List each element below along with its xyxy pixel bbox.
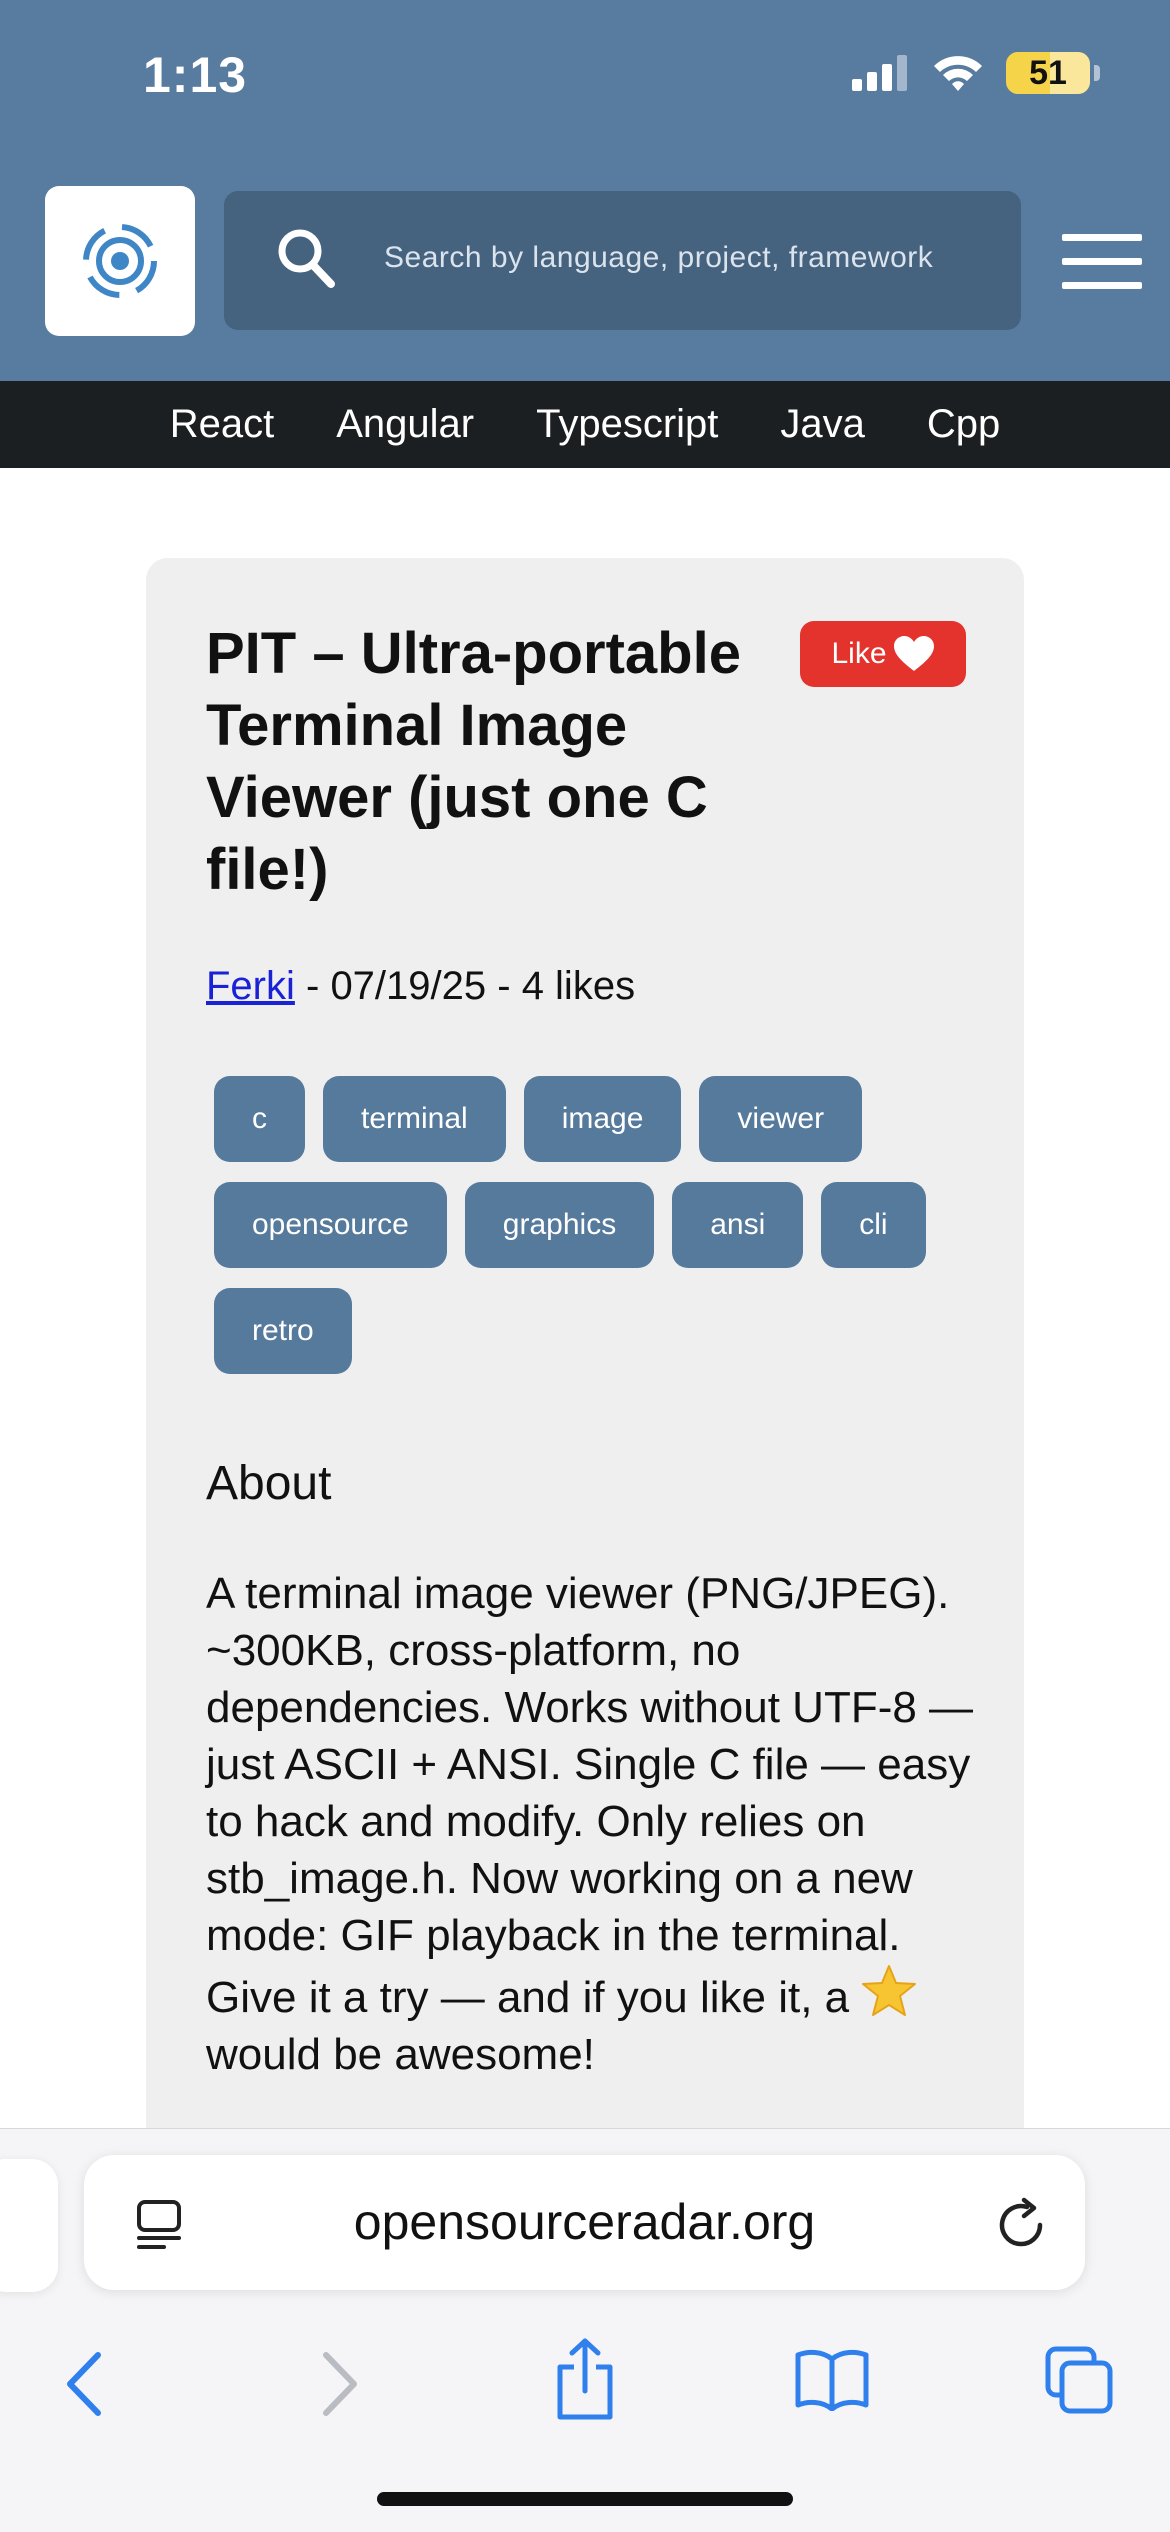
nav-link-java[interactable]: Java [780,402,865,447]
heart-icon [893,636,934,671]
status-time: 1:13 [143,47,248,103]
about-heading: About [206,1457,332,1510]
tag-list: c terminal image viewer opensource graph… [214,1076,954,1374]
nav-link-react[interactable]: React [170,402,275,447]
tag-chip[interactable]: opensource [214,1182,447,1268]
tabs-icon[interactable] [1044,2345,1114,2415]
site-logo[interactable] [45,186,195,336]
tag-chip[interactable]: retro [214,1288,352,1374]
search-placeholder: Search by language, project, framework [384,241,934,274]
category-nav: React Angular Typescript Java Cpp [0,381,1170,468]
battery-icon: 51 [1006,52,1100,94]
bookmarks-icon[interactable] [794,2347,870,2411]
star-emoji-icon [862,1965,917,2016]
search-icon [278,229,335,288]
tag-chip[interactable]: ansi [672,1182,804,1268]
home-indicator [377,2492,793,2506]
nav-link-cpp[interactable]: Cpp [927,402,1000,447]
hamburger-menu-icon[interactable] [1062,234,1142,290]
wifi-icon [934,56,982,91]
back-icon[interactable] [64,2351,104,2417]
reload-icon[interactable] [994,2197,1048,2251]
post-date-likes: - 07/19/25 - 4 likes [294,964,636,1008]
browser-nav-row [0,2329,1170,2439]
browser-toolbar: opensourceradar.org [0,2128,1170,2532]
tag-chip[interactable]: c [214,1076,305,1162]
share-icon[interactable] [554,2337,616,2421]
about-text-part-2: would be awesome! [206,2030,595,2079]
post-title: PIT – Ultra-portable Terminal Image View… [206,621,741,902]
forward-icon[interactable] [320,2351,360,2417]
tag-chip[interactable]: graphics [464,1182,655,1268]
nav-link-angular[interactable]: Angular [336,402,474,447]
tag-chip[interactable]: image [523,1076,682,1162]
url-text: opensourceradar.org [353,2194,816,2250]
previous-tab-preview[interactable] [0,2159,58,2292]
site-header: 1:13 51 Search by language, project, fra… [0,0,1170,381]
about-text-part-1: A terminal image viewer (PNG/JPEG). ~300… [206,1569,974,2022]
author-link[interactable]: Ferki [206,964,295,1008]
address-bar[interactable]: opensourceradar.org [84,2155,1085,2290]
cellular-signal-icon [852,55,907,91]
about-text: A terminal image viewer (PNG/JPEG). ~300… [206,1565,986,2083]
nav-link-typescript[interactable]: Typescript [536,402,718,447]
search-input[interactable]: Search by language, project, framework [224,191,1021,330]
project-card: PIT – Ultra-portable Terminal Image View… [146,558,1024,2258]
radar-logo-icon [83,224,157,298]
tag-chip[interactable]: viewer [699,1076,863,1162]
tag-chip[interactable]: cli [821,1182,926,1268]
post-meta: Ferki - 07/19/25 - 4 likes [206,964,635,1009]
like-button[interactable]: Like [800,621,966,687]
like-label: Like [831,637,887,670]
tag-chip[interactable]: terminal [323,1076,506,1162]
battery-level: 51 [1029,53,1067,92]
status-icons: 51 [852,52,1100,94]
